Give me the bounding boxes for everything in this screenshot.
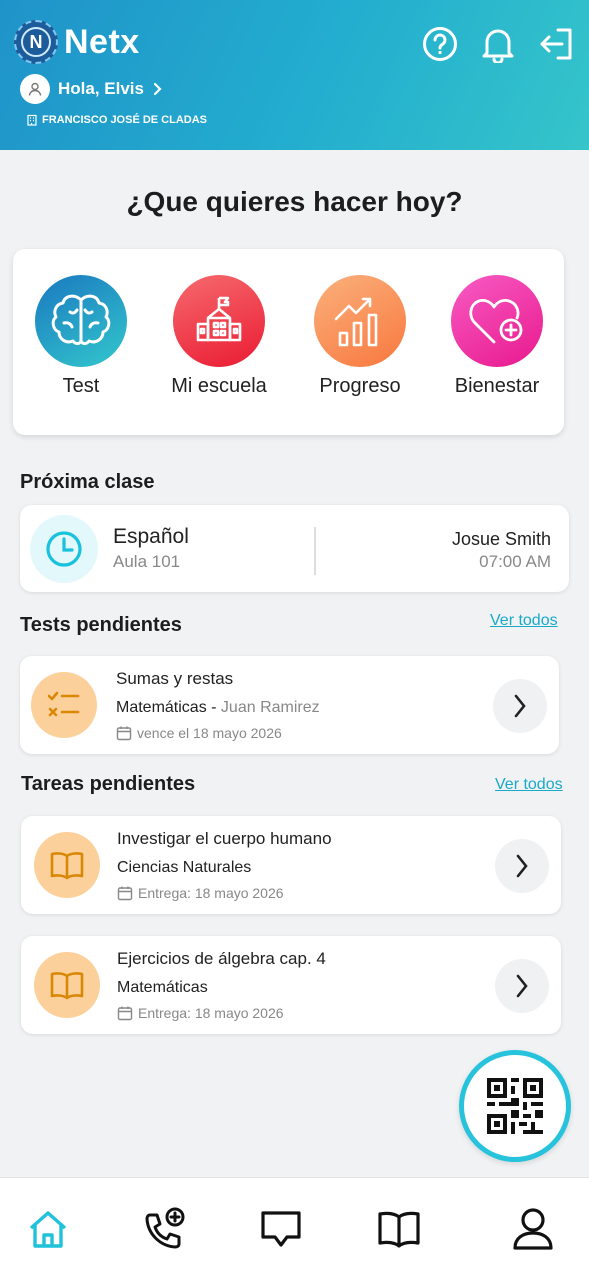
tasks-title: Tareas pendientes [21, 773, 196, 795]
action-label: Mi escuela [171, 375, 267, 397]
tests-title: Tests pendientes [20, 614, 182, 636]
book-icon [34, 832, 100, 898]
nav-calls[interactable] [141, 1206, 187, 1252]
book-icon [378, 1211, 420, 1248]
chevron-right-icon [516, 854, 528, 878]
brain-icon [35, 275, 127, 367]
task-subject: Ciencias Naturales [117, 859, 252, 876]
test-subject: Matemáticas - Juan Ramirez [116, 699, 320, 716]
quick-actions-card: Test Mi escuela Progreso Bienestar [13, 249, 564, 435]
home-icon [29, 1211, 67, 1248]
calendar-icon [117, 886, 133, 901]
action-test[interactable]: Test [21, 275, 141, 398]
nav-messages[interactable] [258, 1206, 304, 1252]
school-icon [173, 275, 265, 367]
help-icon[interactable] [421, 24, 459, 64]
action-progreso[interactable]: Progreso [300, 275, 420, 398]
logout-icon[interactable] [537, 24, 575, 64]
task-title: Investigar el cuerpo humano [117, 829, 332, 848]
test-due-date: vence el 18 mayo 2026 [116, 725, 282, 741]
chevron-right-icon [153, 82, 162, 96]
task-title: Ejercicios de álgebra cap. 4 [117, 949, 326, 968]
phone-plus-icon [145, 1207, 185, 1249]
task-card[interactable]: Investigar el cuerpo humano Ciencias Nat… [21, 816, 561, 914]
action-label: Progreso [319, 375, 401, 397]
action-label: Bienestar [454, 375, 540, 397]
test-card[interactable]: Sumas y restas Matemáticas - Juan Ramire… [20, 656, 559, 754]
bell-icon[interactable] [479, 24, 517, 64]
checklist-icon [31, 672, 97, 738]
open-task-button[interactable] [495, 959, 549, 1013]
nav-library[interactable] [376, 1206, 422, 1252]
nav-profile[interactable] [510, 1206, 556, 1252]
class-subject: Español [113, 525, 189, 548]
class-room: Aula 101 [113, 552, 181, 571]
open-test-button[interactable] [493, 679, 547, 733]
calendar-icon [116, 726, 132, 741]
nav-home[interactable] [25, 1206, 71, 1252]
greeting-link[interactable]: Hola, Elvis [20, 74, 164, 104]
clock-icon [30, 515, 98, 583]
open-task-button[interactable] [495, 839, 549, 893]
qr-code-icon [487, 1078, 543, 1134]
action-label: Test [62, 375, 100, 397]
brand-name: Netx [64, 22, 140, 61]
tasks-see-all-link[interactable]: Ver todos [495, 776, 563, 794]
class-teacher: Josue Smith [451, 529, 551, 549]
brand-logo: N Netx [14, 20, 140, 64]
chevron-right-icon [514, 694, 526, 718]
divider [314, 527, 316, 575]
next-class-title: Próxima clase [20, 471, 155, 493]
page-title: ¿Que quieres hacer hoy? [126, 186, 463, 217]
next-class-card[interactable]: Español Aula 101 Josue Smith 07:00 AM [20, 505, 569, 592]
avatar [20, 74, 50, 104]
test-teacher: Juan Ramirez [220, 699, 320, 716]
action-bienestar[interactable]: Bienestar [437, 275, 557, 398]
greeting-text: Hola, Elvis [58, 79, 144, 98]
task-subject: Matemáticas [117, 979, 208, 996]
school-label: FRANCISCO JOSÉ DE CLADAS [26, 114, 207, 126]
class-time: 07:00 AM [479, 552, 551, 571]
school-name: FRANCISCO JOSÉ DE CLADAS [42, 114, 208, 126]
logo-icon: N [14, 20, 58, 64]
chart-icon [314, 275, 406, 367]
heart-plus-icon [451, 275, 543, 367]
task-card[interactable]: Ejercicios de álgebra cap. 4 Matemáticas… [21, 936, 561, 1034]
book-icon [34, 952, 100, 1018]
chevron-right-icon [516, 974, 528, 998]
header-actions [421, 24, 575, 64]
app-header: N Netx Hola, Elvis FRANCISCO JOSÉ DE CLA… [0, 0, 589, 150]
task-due-date: Entrega: 18 mayo 2026 [117, 1005, 284, 1021]
building-icon [27, 114, 37, 126]
test-title: Sumas y restas [116, 669, 234, 688]
bottom-nav [0, 1177, 589, 1278]
user-icon [513, 1208, 553, 1250]
qr-scan-button[interactable] [459, 1050, 571, 1162]
calendar-icon [117, 1006, 133, 1021]
tests-see-all-link[interactable]: Ver todos [490, 612, 558, 630]
chat-icon [261, 1211, 301, 1247]
action-mi-escuela[interactable]: Mi escuela [159, 275, 279, 398]
task-due-date: Entrega: 18 mayo 2026 [117, 885, 284, 901]
